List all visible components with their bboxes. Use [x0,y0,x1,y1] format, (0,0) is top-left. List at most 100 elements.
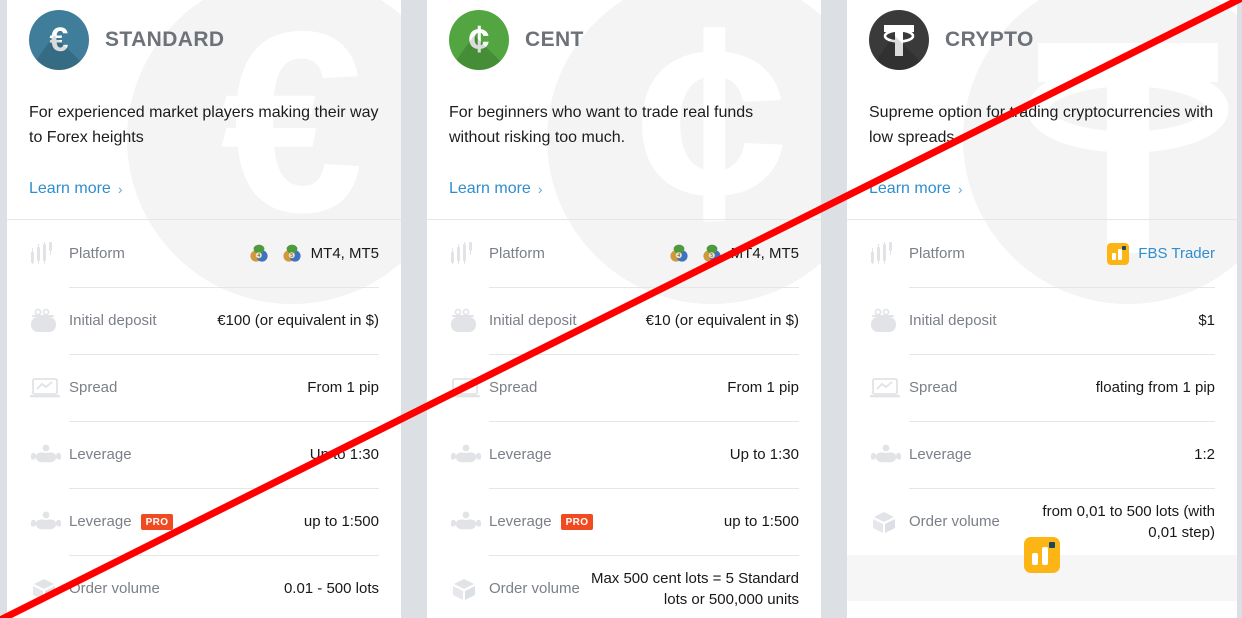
feature-row-spread: Spread From 1 pip [427,354,821,421]
feature-label: Leverage PRO [489,513,594,530]
card-header-cent: ¢ CENT For beginners who want to trade r… [427,0,821,219]
tether-coin-icon [869,10,929,70]
feature-value-text: MT4, MT5 [730,245,799,262]
feature-value: Up to 1:30 [729,446,799,463]
open-box-icon [29,576,69,602]
feature-value: 0.01 - 500 lots [283,580,379,597]
pro-badge: PRO [560,513,594,530]
account-card-cent[interactable]: ¢ ¢ CENT For beginners who want to trade… [427,0,821,618]
learn-more-link-crypto[interactable]: Learn more › [869,180,963,198]
wallet-icon [869,308,909,334]
feature-value: floating from 1 pip [1095,379,1215,396]
feature-value: From 1 pip [727,379,799,396]
candlestick-chart-icon [29,241,69,266]
feature-label: Order volume [489,580,580,597]
wallet-icon [29,308,69,334]
laptop-chart-icon [869,376,909,400]
pro-badge: PRO [140,513,174,530]
feature-label: Spread [909,379,958,396]
feature-value: €100 (or equivalent in $) [217,312,379,329]
fbs-trader-app-icon[interactable] [1024,537,1060,573]
feature-label: Platform [489,245,545,262]
card-title-row: ¢ CENT [449,8,799,72]
learn-more-label: Learn more [869,180,951,197]
feature-value: up to 1:500 [723,513,799,530]
card-description-standard: For experienced market players making th… [29,104,379,146]
feature-row-leverage: Leverage Up to 1:30 [7,421,401,488]
feature-row-leverage-pro: Leverage PRO up to 1:500 [427,488,821,555]
feature-row-platform: Platform FBS Trader [847,220,1237,287]
crypto-card-footer [847,537,1237,601]
card-gutter-1 [401,0,427,618]
learn-more-label: Learn more [29,180,111,197]
card-header-standard: € STANDARD For experienced market player… [7,0,401,219]
feature-row-initial-deposit: Initial deposit €100 (or equivalent in $… [7,287,401,354]
card-header-crypto: CRYPTO Supreme option for trading crypto… [847,0,1237,219]
feature-label: Initial deposit [909,312,997,329]
feature-label: Leverage [69,446,132,463]
mt5-icon: 5 [283,244,301,262]
card-title-crypto: CRYPTO [945,28,1034,51]
candlestick-chart-icon [869,241,909,266]
feature-label: Platform [69,245,125,262]
account-types-comparison-page: € € STANDARD For experienced market play… [0,0,1242,618]
learn-more-link-cent[interactable]: Learn more › [449,180,543,198]
feature-row-initial-deposit: Initial deposit €10 (or equivalent in $) [427,287,821,354]
cent-coin-icon: ¢ [449,10,509,70]
card-description-cent: For beginners who want to trade real fun… [449,104,754,146]
left-page-gutter [0,0,7,618]
feature-row-platform: Platform 4 5 MT4, MT5 [427,220,821,287]
feature-value: Up to 1:30 [309,446,379,463]
account-card-standard[interactable]: € € STANDARD For experienced market play… [7,0,401,618]
feature-label: Initial deposit [489,312,577,329]
feature-value: up to 1:500 [303,513,379,530]
feature-row-order-volume: Order volume 0.01 - 500 lots [7,555,401,618]
feature-label: Leverage PRO [69,513,174,530]
platform-icons: 4 5 [669,244,722,264]
feature-label: Leverage [909,446,972,463]
feature-row-leverage-pro: Leverage PRO up to 1:500 [7,488,401,555]
feature-label: Platform [909,245,965,262]
chevron-right-icon: › [117,181,123,197]
feature-label: Leverage [489,446,552,463]
learn-more-label: Learn more [449,180,531,197]
card-title-standard: STANDARD [105,28,225,51]
feature-list-crypto: Platform FBS Trader Initial deposit $1 S… [847,219,1237,555]
feature-label: Order volume [909,513,1000,530]
feature-value: 4 5 MT4, MT5 [249,243,379,264]
feature-value-text: MT4, MT5 [310,245,379,262]
chevron-right-icon: › [957,181,963,197]
feature-value: $1 [1198,312,1215,329]
chevron-right-icon: › [537,181,543,197]
feature-value: €10 (or equivalent in $) [645,312,799,329]
mt4-icon: 4 [670,244,688,262]
mt5-icon: 5 [703,244,721,262]
strong-arm-icon [449,443,489,467]
feature-row-order-volume: Order volume Max 500 cent lots = 5 Stand… [427,555,821,618]
feature-label: Initial deposit [69,312,157,329]
feature-list-standard: Platform 4 5 MT4, MT5 Initial deposit €1… [7,219,401,618]
laptop-chart-icon [449,376,489,400]
strong-arm-icon [449,510,489,534]
account-card-crypto[interactable]: CRYPTO Supreme option for trading crypto… [847,0,1237,618]
strong-arm-icon [869,443,909,467]
card-gutter-2 [821,0,847,618]
candlestick-chart-icon [449,241,489,266]
card-title-cent: CENT [525,28,584,51]
feature-row-leverage: Leverage 1:2 [847,421,1237,488]
card-title-row: CRYPTO [869,8,1215,72]
feature-row-platform: Platform 4 5 MT4, MT5 [7,220,401,287]
mt4-icon: 4 [250,244,268,262]
strong-arm-icon [29,443,69,467]
feature-list-cent: Platform 4 5 MT4, MT5 Initial deposit €1… [427,219,821,618]
feature-row-spread: Spread From 1 pip [7,354,401,421]
feature-value: 1:2 [1194,446,1215,463]
svg-text:5: 5 [710,253,713,259]
card-title-row: € STANDARD [29,8,379,72]
svg-text:4: 4 [677,253,680,259]
svg-text:5: 5 [290,253,293,259]
euro-coin-icon: € [29,10,89,70]
right-page-gutter [1237,0,1242,618]
feature-value: 4 5 MT4, MT5 [669,243,799,264]
learn-more-link-standard[interactable]: Learn more › [29,180,123,198]
